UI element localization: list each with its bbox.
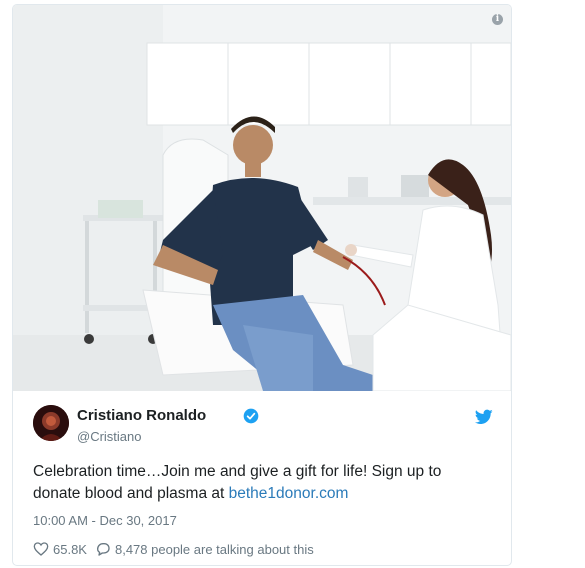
tweet-text: Celebration time…Join me and give a gift… xyxy=(33,461,493,505)
reply-action[interactable]: 8,478 people are talking about this xyxy=(95,541,314,557)
tweet-header: Cristiano Ronaldo @Cristiano xyxy=(33,405,493,449)
author-name[interactable]: Cristiano Ronaldo xyxy=(77,407,206,424)
reply-icon xyxy=(96,543,110,556)
photo-illustration xyxy=(13,5,511,391)
avatar[interactable] xyxy=(33,405,69,441)
verified-icon xyxy=(243,408,259,424)
reply-count-text: 8,478 people are talking about this xyxy=(114,541,314,557)
heart-icon xyxy=(33,542,49,556)
tweet-card: i Cristiano Ronaldo @Cristiano Celebrati… xyxy=(12,4,512,566)
like-action[interactable]: 65.8K xyxy=(33,541,87,557)
like-count: 65.8K xyxy=(53,541,87,557)
author-handle[interactable]: @Cristiano xyxy=(77,429,142,444)
tweet-photo[interactable]: i xyxy=(13,5,511,391)
tweet-link[interactable]: bethe1donor.com xyxy=(229,485,349,502)
twitter-bird-icon[interactable] xyxy=(475,409,493,425)
info-icon[interactable]: i xyxy=(492,14,503,25)
tweet-timestamp[interactable]: 10:00 AM - Dec 30, 2017 xyxy=(33,513,177,528)
avatar-image xyxy=(33,405,69,441)
tweet-actions: 65.8K 8,478 people are talking about thi… xyxy=(33,539,322,559)
